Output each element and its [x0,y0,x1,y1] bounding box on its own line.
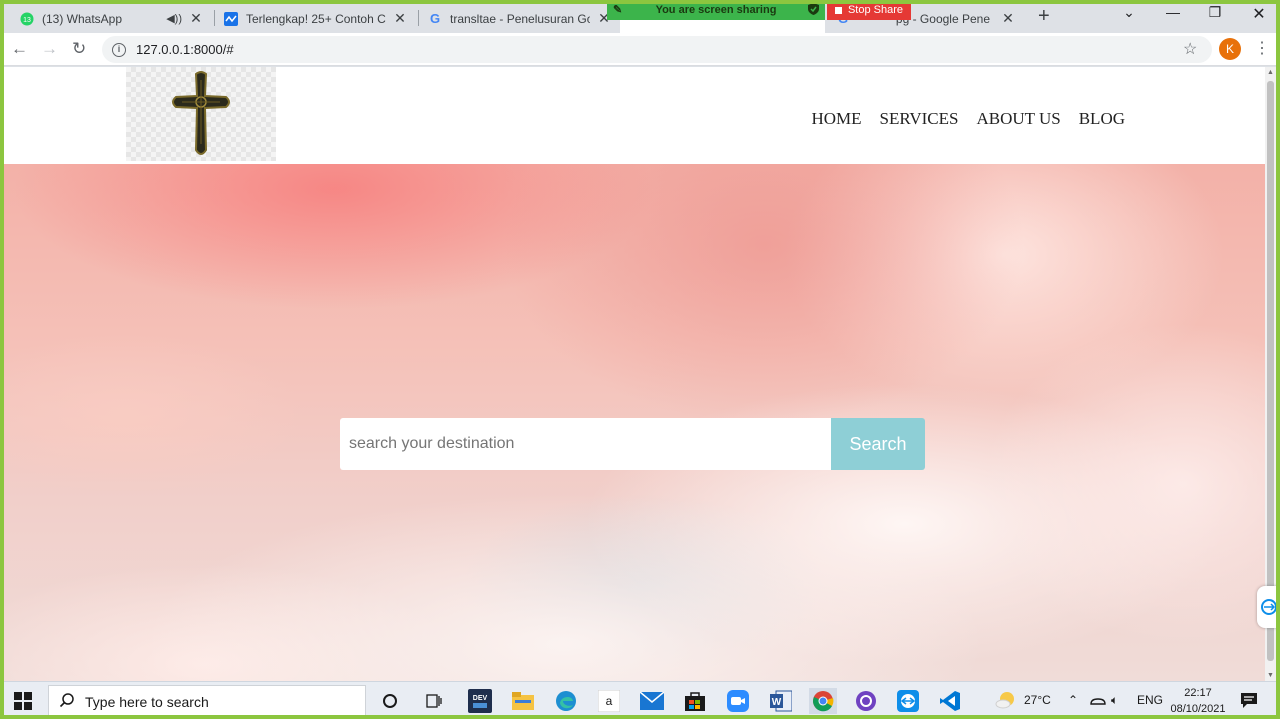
speaker-icon[interactable]: ◀)) [166,12,182,25]
scrollbar-thumb[interactable] [1267,81,1274,661]
svg-text:DEV: DEV [473,695,488,702]
vscode-icon[interactable] [937,688,963,714]
clock-date: 08/10/2021 [1170,703,1226,715]
amazon-icon[interactable]: a [596,688,622,714]
hero-background: Search [4,164,1265,681]
site-icon [224,11,238,26]
google-icon: G [429,11,441,26]
word-icon[interactable]: W [768,688,794,714]
screen-sharing-status: You are screen sharing [655,4,777,16]
volume-icon[interactable]: 🔈︎ [1111,693,1118,708]
windows-start-icon[interactable] [14,692,32,710]
scroll-down-icon[interactable]: ▼ [1265,672,1276,679]
close-tab-icon[interactable]: ✕ [1000,10,1016,27]
info-icon[interactable]: i [112,42,126,57]
edge-browser-icon[interactable] [553,688,579,714]
tab-search-chevron-icon[interactable]: ⌄ [1107,4,1151,21]
browser-toolbar: ← → ↻ i 127.0.0.1:8000/# ☆ K ⋮ [0,33,1280,66]
forward-arrow-icon[interactable]: → [41,39,58,59]
tab-title: transltae - Penelusuran Goog [450,11,590,26]
cortana-icon[interactable] [377,688,403,714]
new-tab-button[interactable]: + [1038,5,1050,28]
mail-icon[interactable] [639,688,665,714]
tab-title: (13) WhatsApp [42,11,123,26]
weather-temperature[interactable]: 27°C [1024,693,1051,707]
scroll-up-icon[interactable]: ▲ [1265,69,1276,76]
tab-title: Terlengkap! 25+ Contoh Cod [246,11,386,26]
close-tab-icon[interactable]: ✕ [188,10,204,27]
tab-google-search[interactable]: G transltae - Penelusuran Goog ✕ [420,4,620,33]
cross-icon [172,71,230,155]
tray-chevron-up-icon[interactable]: ⌃ [1068,693,1078,707]
nav-services[interactable]: SERVICES [880,109,959,129]
reload-icon[interactable]: ↻ [72,39,86,59]
file-explorer-icon[interactable] [510,688,536,714]
bookmark-star-icon[interactable]: ☆ [1183,39,1197,59]
teamviewer-widget[interactable] [1257,586,1280,628]
stop-icon [834,6,842,14]
taskbar-search-placeholder: Type here to search [85,693,209,710]
address-bar[interactable]: i 127.0.0.1:8000/# [102,36,1212,63]
back-arrow-icon[interactable]: ← [11,39,28,59]
zoom-icon[interactable] [725,688,751,714]
taskbar-clock[interactable]: 22:17 08/10/2021 [1168,685,1228,717]
nav-blog[interactable]: BLOG [1079,109,1125,129]
close-tab-icon[interactable]: ✕ [392,10,408,27]
destination-search-input[interactable] [340,418,831,470]
profile-avatar[interactable]: K [1219,38,1241,60]
main-nav: HOME SERVICES ABOUT US BLOG [811,109,1125,129]
menu-kebab-icon[interactable]: ⋮ [1254,38,1270,58]
url-text[interactable]: 127.0.0.1:8000/# [136,42,234,57]
destination-search-form: Search [340,418,925,470]
nav-home[interactable]: HOME [811,109,861,129]
chrome-icon[interactable] [809,688,837,714]
nav-about-us[interactable]: ABOUT US [976,109,1060,129]
whatsapp-icon: 13 [20,12,34,26]
taskbar-search-box[interactable]: Type here to search [48,685,366,718]
weather-icon[interactable] [995,690,1017,713]
site-logo[interactable] [126,67,276,161]
pen-icon[interactable]: ✎ [613,3,622,16]
network-icon[interactable] [1089,693,1107,710]
tab-contoh-code[interactable]: Terlengkap! 25+ Contoh Cod ✕ [216,4,416,33]
store-icon[interactable] [682,688,708,714]
github-icon[interactable] [853,688,879,714]
task-view-icon[interactable] [421,688,447,714]
tab-whatsapp[interactable]: 13 (13) WhatsApp ◀)) ✕ [12,4,212,33]
screen-sharing-banner: ✎ You are screen sharing [607,0,825,20]
site-header: HOME SERVICES ABOUT US BLOG [4,67,1265,164]
search-icon [59,692,75,711]
search-button[interactable]: Search [831,418,925,470]
svg-text:13: 13 [23,17,31,24]
stop-share-button[interactable]: Stop Share [827,0,911,20]
windows-taskbar: Type here to search DEV a W 27°C ⌃ 🔈︎ EN… [0,681,1280,719]
minimize-button[interactable]: — [1151,4,1195,20]
restore-button[interactable]: ❐ [1193,4,1237,21]
page-viewport: HOME SERVICES ABOUT US BLOG Search [4,67,1265,681]
close-window-button[interactable]: ✕ [1237,4,1280,24]
dev-app-icon[interactable]: DEV [467,688,493,714]
teamviewer-icon [1260,599,1277,615]
clock-time: 22:17 [1184,687,1212,699]
shield-icon[interactable] [808,3,819,18]
language-indicator[interactable]: ENG [1137,693,1163,707]
svg-text:W: W [772,697,782,708]
stop-share-label: Stop Share [847,4,904,16]
svg-text:a: a [606,694,613,708]
notification-center-icon[interactable] [1240,691,1258,712]
teamviewer-taskbar-icon[interactable] [895,688,921,714]
